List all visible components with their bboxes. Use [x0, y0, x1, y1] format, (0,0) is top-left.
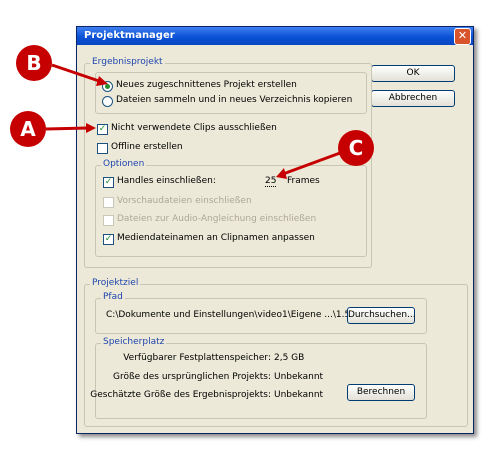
arrow-a-line	[45, 126, 89, 131]
annotation-a-marker: A	[10, 111, 46, 147]
annotation-c-marker: C	[338, 130, 374, 166]
arrow-b-head	[96, 76, 108, 86]
annotation-b-marker: B	[16, 45, 52, 81]
arrow-c-head	[276, 168, 287, 179]
arrow-b-line	[51, 63, 103, 84]
arrow-c-line	[282, 151, 341, 176]
annotation-arrows	[45, 63, 341, 179]
arrow-a-head	[86, 123, 96, 133]
